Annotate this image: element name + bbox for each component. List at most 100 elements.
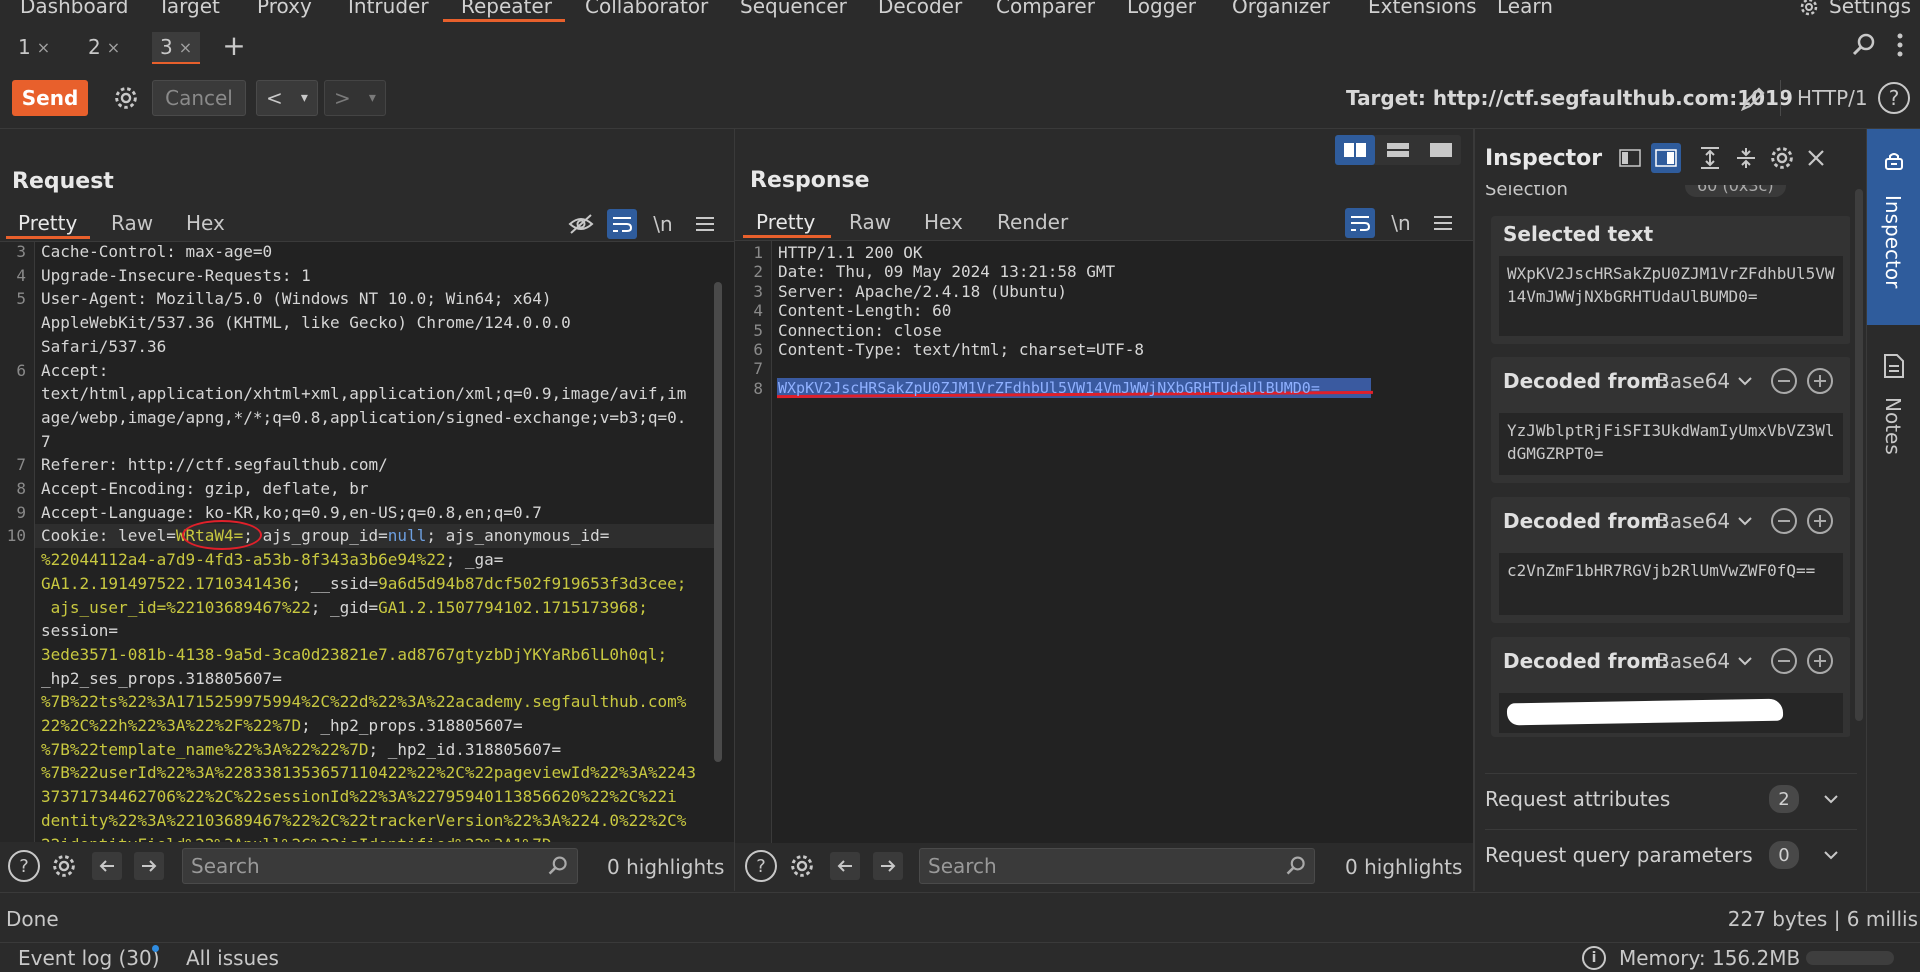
wrap-lines-icon[interactable]	[1345, 208, 1375, 238]
tab-close-icon[interactable]: ×	[179, 38, 192, 57]
inspector-scrollbar[interactable]	[1855, 189, 1863, 721]
decoded-value[interactable]: c2VnZmF1bHR7RGVjb2RlUmVwZWF0fQ==	[1499, 553, 1843, 615]
chevron-down-icon[interactable]	[1735, 371, 1755, 391]
request-tab-raw[interactable]: Raw	[111, 211, 153, 235]
hide-eye-icon[interactable]	[566, 209, 596, 239]
cancel-button[interactable]: Cancel	[152, 80, 246, 116]
menu-settings[interactable]: Settings	[1829, 0, 1911, 18]
layout-stacked-icon[interactable]	[1378, 135, 1418, 165]
forward-button[interactable]: > ▾	[324, 80, 386, 116]
side-rail-notes-tab[interactable]: Notes	[1867, 341, 1920, 491]
send-settings-gear-icon[interactable]	[110, 82, 142, 114]
layout-side-by-side-icon[interactable]	[1335, 135, 1375, 165]
collapse-all-icon[interactable]	[1731, 143, 1761, 173]
request-query-parameters-row[interactable]: Request query parameters 0	[1485, 829, 1857, 880]
chevron-down-icon[interactable]	[1735, 651, 1755, 671]
previous-match-arrow-icon[interactable]	[92, 852, 122, 880]
cookie-continuation-line: ajs_user_id=%22103689467%22; _gid=GA1.2.…	[41, 596, 648, 620]
encoding-select[interactable]: Base64	[1656, 649, 1730, 673]
expand-all-icon[interactable]	[1695, 143, 1725, 173]
tab-close-icon[interactable]: ×	[107, 38, 120, 57]
repeater-tab-2[interactable]: 2 ×	[88, 32, 120, 62]
help-icon[interactable]: ?	[8, 850, 40, 882]
selected-text-value[interactable]: WXpKV2JscHRSakZpU0ZJM1VrZFdhbUl5VW14VmJW…	[1499, 256, 1843, 336]
remove-decoding-icon[interactable]	[1771, 648, 1797, 674]
search-icon[interactable]	[1850, 31, 1878, 59]
request-scrollbar[interactable]	[714, 282, 722, 762]
menu-target[interactable]: Target	[158, 0, 220, 18]
response-tab-render[interactable]: Render	[997, 210, 1068, 234]
add-decoding-icon[interactable]	[1807, 648, 1833, 674]
all-issues-link[interactable]: All issues	[186, 946, 279, 970]
menu-hamburger-icon[interactable]	[690, 209, 720, 239]
next-match-arrow-icon[interactable]	[873, 852, 903, 880]
encoding-select[interactable]: Base64	[1656, 369, 1730, 393]
request-search-input[interactable]: Search	[182, 848, 578, 884]
menu-hamburger-icon[interactable]	[1428, 208, 1458, 238]
http-version-toggle[interactable]: HTTP/1	[1797, 86, 1868, 110]
response-tab-pretty[interactable]: Pretty	[756, 210, 815, 234]
cookie-continuation-line: _hp2_ses_props.318805607=	[41, 667, 282, 691]
menu-learn[interactable]: Learn	[1497, 0, 1553, 18]
side-rail-inspector-tab[interactable]: Inspector	[1867, 129, 1920, 325]
search-settings-gear-icon[interactable]	[48, 850, 80, 882]
wrap-lines-icon[interactable]	[607, 209, 637, 239]
inspector-layout-left-icon[interactable]	[1615, 143, 1645, 173]
menu-comparer[interactable]: Comparer	[996, 0, 1095, 18]
request-editor[interactable]: 3 Cache-Control: max-age=0 4 Upgrade-Insecu…	[0, 241, 734, 842]
response-tab-raw[interactable]: Raw	[849, 210, 891, 234]
decoded-value[interactable]: YzJWblptRjFiSFI3UkdWamIyUmxVbVZ3WldGMGZR…	[1499, 413, 1843, 475]
chevron-down-icon[interactable]	[1821, 845, 1841, 865]
inspector-settings-gear-icon[interactable]	[1767, 143, 1797, 173]
previous-match-arrow-icon[interactable]	[830, 852, 860, 880]
menu-sequencer[interactable]: Sequencer	[740, 0, 847, 18]
forward-dropdown-icon[interactable]: ▾	[369, 90, 376, 106]
more-vertical-icon[interactable]	[1888, 30, 1912, 60]
add-decoding-icon[interactable]	[1807, 368, 1833, 394]
back-button[interactable]: < ▾	[256, 80, 318, 116]
layout-single-icon[interactable]	[1421, 135, 1461, 165]
menu-logger[interactable]: Logger	[1127, 0, 1196, 18]
back-dropdown-icon[interactable]: ▾	[301, 90, 308, 106]
response-highlights-count: 0 highlights	[1345, 855, 1463, 879]
request-attributes-row[interactable]: Request attributes 2	[1485, 773, 1857, 824]
send-button[interactable]: Send	[12, 80, 88, 116]
response-tab-hex[interactable]: Hex	[924, 210, 963, 234]
newline-toggle-icon[interactable]: \n	[1386, 208, 1416, 238]
tab-close-icon[interactable]: ×	[37, 38, 50, 57]
menu-decoder[interactable]: Decoder	[878, 0, 962, 18]
menu-organizer[interactable]: Organizer	[1232, 0, 1330, 18]
help-icon[interactable]: ?	[745, 850, 777, 882]
remove-decoding-icon[interactable]	[1771, 508, 1797, 534]
inspector-layout-right-icon[interactable]	[1651, 143, 1681, 173]
response-editor[interactable]: 1 HTTP/1.1 200 OK 2 Date: Thu, 09 May 2024 …	[735, 240, 1473, 843]
add-decoding-icon[interactable]	[1807, 508, 1833, 534]
repeater-tab-1[interactable]: 1 ×	[18, 32, 50, 62]
menu-repeater[interactable]: Repeater	[461, 0, 552, 18]
repeater-tab-3[interactable]: 3 ×	[152, 32, 201, 64]
search-settings-gear-icon[interactable]	[786, 850, 818, 882]
menu-intruder[interactable]: Intruder	[348, 0, 429, 18]
request-tab-pretty[interactable]: Pretty	[18, 211, 77, 235]
remove-decoding-icon[interactable]	[1771, 368, 1797, 394]
response-search-input[interactable]: Search	[919, 848, 1315, 884]
menu-proxy[interactable]: Proxy	[257, 0, 312, 18]
settings-gear-icon[interactable]	[1796, 0, 1822, 20]
help-icon[interactable]: ?	[1878, 82, 1910, 114]
chevron-down-icon[interactable]	[1735, 511, 1755, 531]
request-line: Cache-Control: max-age=0	[41, 242, 273, 261]
event-log-link[interactable]: Event log (30)	[18, 946, 160, 970]
chevron-down-icon[interactable]	[1821, 789, 1841, 809]
close-icon[interactable]	[1801, 143, 1831, 173]
line-number: 7	[16, 455, 26, 475]
edit-target-pencil-icon[interactable]	[1736, 82, 1770, 116]
menu-dashboard[interactable]: Dashboard	[20, 0, 129, 18]
request-tab-hex[interactable]: Hex	[186, 211, 225, 235]
menu-extensions[interactable]: Extensions	[1368, 0, 1477, 18]
menu-collaborator[interactable]: Collaborator	[585, 0, 708, 18]
encoding-select[interactable]: Base64	[1656, 509, 1730, 533]
add-tab-icon[interactable]: +	[219, 29, 249, 62]
next-match-arrow-icon[interactable]	[134, 852, 164, 880]
newline-toggle-icon[interactable]: \n	[648, 209, 678, 239]
tab-label: 2	[88, 35, 101, 59]
